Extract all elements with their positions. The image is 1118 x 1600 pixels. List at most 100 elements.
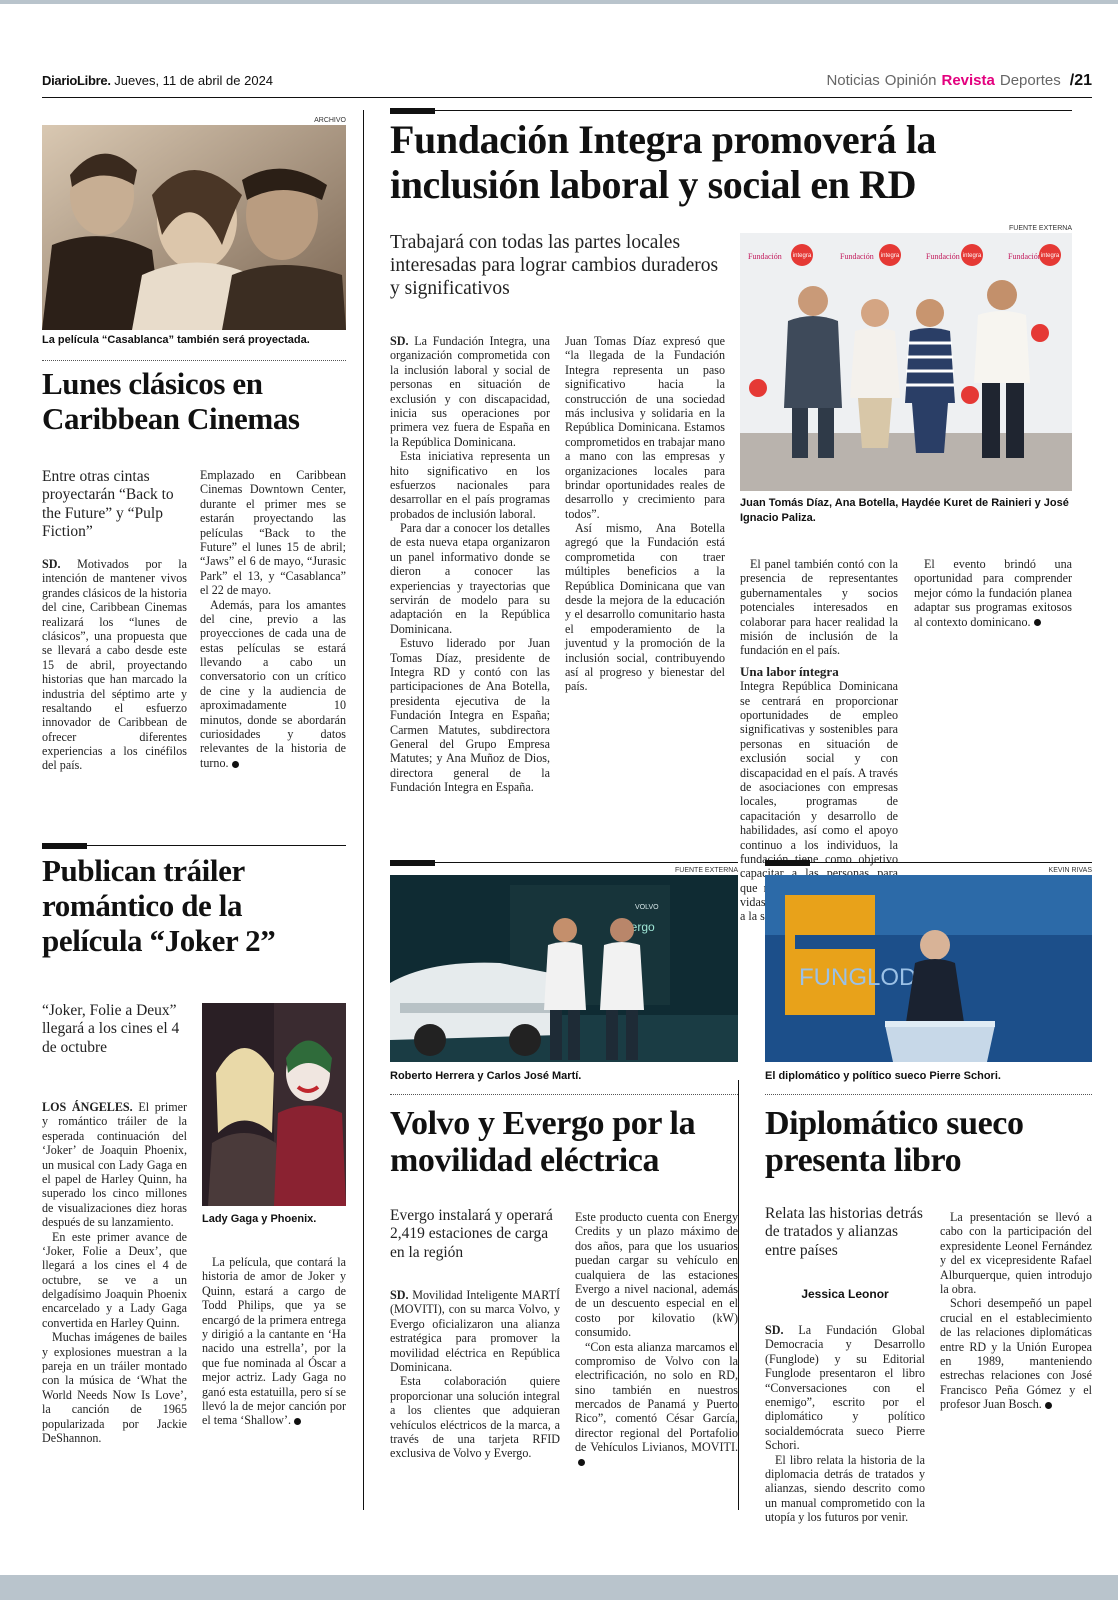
end-mark — [1044, 1401, 1052, 1409]
page-number: /21 — [1069, 72, 1092, 89]
schori-photo: FUNGLODE — [765, 875, 1092, 1062]
volvo-headline: Volvo y Evergo por la movilidad eléctric… — [390, 1105, 696, 1180]
end-mark — [578, 1459, 585, 1467]
volvo-column-1: SD. Movilidad Inteligente MARTÍ (MOVITI)… — [390, 1288, 560, 1461]
logo-text: integra — [881, 253, 900, 259]
logo-text: integra — [963, 253, 982, 259]
paragraph: En este primer avance de ‘Joker, Folie a… — [42, 1229, 187, 1330]
header-rule — [42, 97, 1092, 98]
nav-deportes[interactable]: Deportes — [1000, 72, 1061, 89]
column-divider-left — [363, 110, 364, 1510]
integra-column-2: Juan Tomas Díaz expresó que “la llegada … — [565, 334, 725, 694]
dateline: LOS ÁNGELES. — [42, 1100, 133, 1114]
paragraph: Estuvo liderado por Juan Tomas Díaz, pre… — [390, 636, 550, 795]
schori-column-1: SD. La Fundación Global Democracia y Des… — [765, 1323, 925, 1524]
integra-deck: Trabajará con todas las partes locales i… — [390, 232, 719, 299]
paragraph: Para dar a conocer los detalles de esta … — [390, 521, 550, 636]
newspaper-brand: DiarioLibre. — [42, 73, 111, 88]
paragraph: El primer y romántico tráiler de la espe… — [42, 1100, 188, 1230]
volvo-photo: VOLVO evergo — [390, 875, 738, 1062]
casablanca-column-2: Emplazado en Caribbean Cinemas Downtown … — [200, 468, 346, 770]
schori-caption: El diplomático y político sueco Pierre S… — [765, 1070, 1001, 1082]
bottom-border — [0, 1575, 1118, 1600]
banner-text: Fundación — [1008, 252, 1042, 261]
section-rule — [390, 110, 1072, 111]
paragraph: Emplazado en Caribbean Cinemas Downtown … — [200, 468, 346, 598]
sign-text: VOLVO — [635, 904, 659, 911]
joker-caption: Lady Gaga y Phoenix. — [202, 1213, 317, 1225]
paragraph: Esta colaboración quiere proporcionar un… — [390, 1374, 560, 1461]
schori-column-2: La presentación se llevó a cabo con la p… — [940, 1210, 1092, 1411]
photo-credit: KEVIN RIVAS — [1048, 867, 1092, 874]
casablanca-column-1: SD. Motivados por la intención de manten… — [42, 557, 187, 773]
end-mark — [231, 760, 239, 768]
integra-caption: Juan Tomás Díaz, Ana Botella, Haydée Kur… — [740, 497, 1069, 524]
casablanca-caption: La película “Casablanca” también será pr… — [42, 334, 310, 346]
dateline: SD. — [390, 1288, 409, 1302]
banner-text: Fundación — [926, 252, 960, 261]
paragraph: La Fundación Integra, una organización c… — [390, 334, 550, 449]
integra-column-3: El panel también contó con la presencia … — [740, 557, 898, 924]
byline: Jessica Leonor — [801, 1287, 889, 1301]
casablanca-photo — [42, 125, 346, 330]
photo-credit: ARCHIVO — [314, 117, 346, 124]
end-mark — [294, 1418, 301, 1426]
integra-subhead: Una labor íntegra — [740, 663, 839, 679]
caption-rule — [42, 360, 346, 361]
dateline: SD. — [42, 557, 61, 571]
paragraph: Así mismo, Ana Botella agregó que la Fun… — [565, 521, 725, 694]
casablanca-deck: Entre otras cintas proyectarán “Back to … — [42, 468, 174, 540]
joker-headline: Publican tráiler romántico de la películ… — [42, 853, 276, 959]
joker-deck: “Joker, Folie a Deux” llegará a los cine… — [42, 1002, 180, 1056]
paragraph: Motivados por la intención de mantener v… — [42, 557, 187, 773]
caption-rule — [765, 1094, 1092, 1095]
paragraph: El panel también contó con la presencia … — [740, 557, 898, 658]
dateline: SD. — [390, 334, 409, 348]
schori-deck: Relata las historias detrás de tratados … — [765, 1205, 923, 1259]
paragraph: Schori desempeñó un papel crucial en el … — [940, 1296, 1092, 1412]
paragraph: Además, para los amantes del cine, previ… — [200, 597, 346, 770]
paragraph: Este producto cuenta con Energy Credits … — [575, 1210, 738, 1340]
integra-column-4: El evento brindó una oportunidad para co… — [914, 557, 1072, 629]
casablanca-headline: Lunes clásicos en Caribbean Cinemas — [42, 366, 300, 437]
masthead: DiarioLibre. Jueves, 11 de abril de 2024 — [42, 73, 273, 88]
joker-column-2: La película, que contará la historia de … — [202, 1255, 346, 1428]
dateline: SD. — [765, 1323, 784, 1337]
top-border — [0, 0, 1118, 4]
issue-date: Jueves, 11 de abril de 2024 — [114, 73, 274, 88]
headline-accent-bar — [765, 860, 810, 866]
volvo-caption: Roberto Herrera y Carlos José Martí. — [390, 1070, 582, 1082]
paragraph: Movilidad Inteligente MARTÍ (MOVITI), co… — [390, 1288, 561, 1374]
end-mark — [1033, 619, 1041, 627]
section-nav: Noticias Opinión Revista Deportes /21 — [826, 72, 1092, 90]
paragraph: El evento brindó una oportunidad para co… — [914, 557, 1072, 629]
section-rule — [390, 862, 738, 863]
volvo-deck: Evergo instalará y operará 2,419 estacio… — [390, 1207, 553, 1261]
photo-credit: FUENTE EXTERNA — [674, 867, 738, 874]
paragraph: El libro relata la historia de la diplom… — [765, 1452, 925, 1525]
section-rule — [42, 845, 346, 846]
banner-text: Fundación — [748, 252, 782, 261]
paragraph: Juan Tomas Díaz expresó que “la llegada … — [565, 334, 725, 521]
section-rule — [765, 862, 1092, 863]
paragraph: Muchas imágenes de bailes y explosiones … — [42, 1330, 187, 1445]
volvo-column-2: Este producto cuenta con Energy Credits … — [575, 1210, 738, 1469]
column-divider-right — [738, 1080, 739, 1510]
paragraph: La presentación se llevó a cabo con la p… — [940, 1210, 1092, 1296]
schori-headline: Diplomático sueco presenta libro — [765, 1105, 1024, 1180]
banner-text: Fundación — [840, 252, 874, 261]
joker-photo — [202, 1003, 346, 1206]
headline-accent-bar — [390, 860, 435, 866]
paragraph: La película, que contará la historia de … — [202, 1255, 346, 1428]
nav-revista[interactable]: Revista — [942, 72, 995, 89]
nav-opinion[interactable]: Opinión — [885, 72, 937, 89]
headline-accent-bar — [390, 108, 435, 114]
paragraph: Esta iniciativa representa un hito signi… — [390, 449, 550, 521]
logo-text: integra — [1041, 253, 1060, 259]
joker-column-1: LOS ÁNGELES. El primer y romántico tráil… — [42, 1100, 187, 1445]
caption-rule — [390, 1094, 738, 1095]
integra-photo: Fundación Fundación Fundación Fundación … — [740, 233, 1072, 491]
nav-noticias[interactable]: Noticias — [826, 72, 879, 89]
paragraph: La Fundación Global Democracia y Desarro… — [765, 1323, 925, 1453]
integra-column-1: SD. La Fundación Integra, una organizaci… — [390, 334, 550, 795]
